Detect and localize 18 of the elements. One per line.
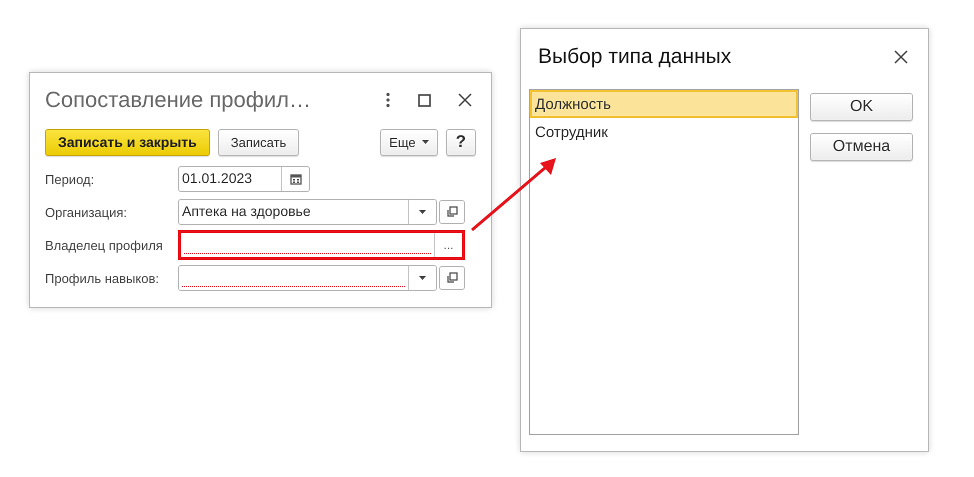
choice-button[interactable]: ... — [434, 233, 462, 257]
ok-button[interactable]: OK — [810, 93, 913, 121]
input-field[interactable]: 01.01.2023 — [178, 166, 310, 192]
list-item[interactable]: Сотрудник — [530, 118, 798, 146]
help-button[interactable]: ? — [446, 128, 476, 156]
input-field[interactable]: Аптека на здоровье — [178, 199, 437, 225]
save-button[interactable]: Записать — [218, 128, 300, 156]
list-item[interactable]: Должность — [530, 90, 798, 118]
more-menu-button[interactable]: Еще — [380, 128, 438, 156]
window-title: Сопоставление профил… — [45, 87, 311, 113]
dialog-title: Выбор типа данных — [538, 44, 732, 68]
save-button[interactable]: Записать и закрыть — [45, 128, 210, 156]
field-label: Владелец профиля — [45, 238, 164, 252]
input-field[interactable]: ... — [178, 230, 465, 260]
field-label: Профиль навыков: — [45, 270, 160, 286]
field-label: Организация: — [45, 204, 128, 220]
cancel-button[interactable]: Отмена — [810, 133, 913, 161]
field-label: Период: — [45, 172, 96, 186]
